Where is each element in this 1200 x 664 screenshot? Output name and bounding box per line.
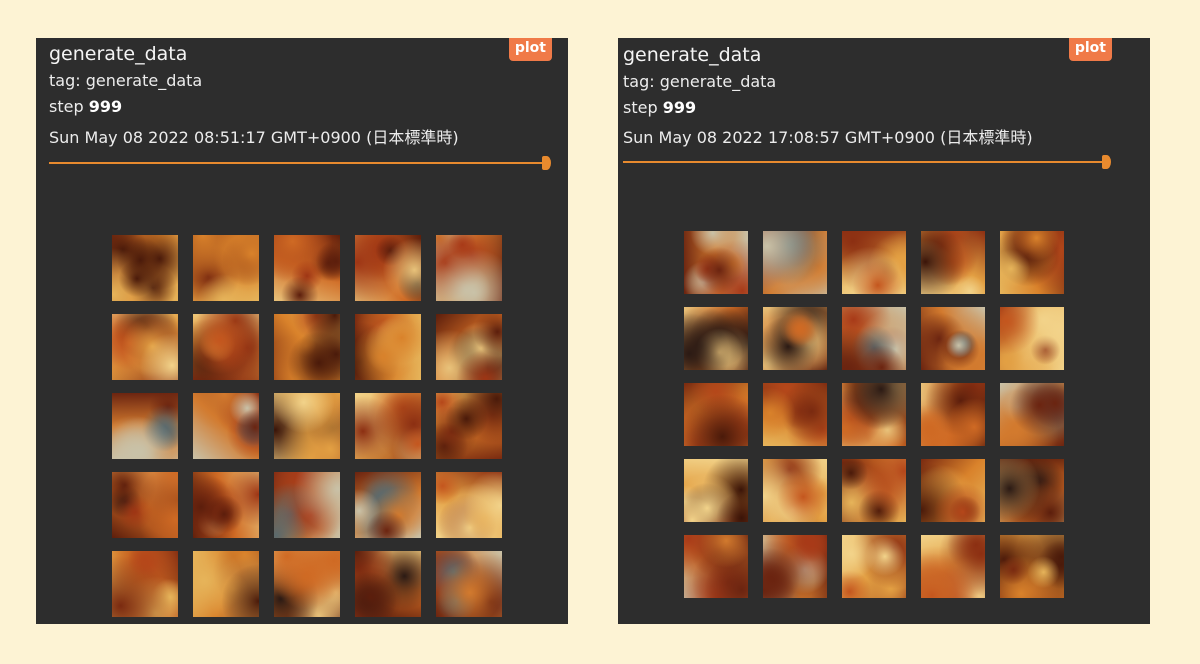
generated-sample-image [684,231,748,294]
generated-sample-image [842,535,906,598]
generated-sample-image [436,314,502,380]
card-title: generate_data [623,44,762,66]
generated-sample-image [1000,231,1064,294]
generated-sample-image [274,551,340,617]
generated-sample-image [112,551,178,617]
generated-sample-image [355,551,421,617]
generated-sample-image [842,307,906,370]
generated-sample-image [842,231,906,294]
generated-sample-image [1000,459,1064,522]
step-label: step 999 [49,97,122,117]
timestamp: Sun May 08 2022 17:08:57 GMT+0900 (日本標準時… [623,128,1033,147]
generated-sample-image [684,307,748,370]
generated-sample-image [842,383,906,446]
generated-sample-image [193,551,259,617]
step-slider[interactable] [49,156,551,170]
generated-sample-image [921,307,985,370]
generated-sample-image [763,307,827,370]
generated-sample-image [274,393,340,459]
image-grid [112,235,502,617]
step-label: step 999 [623,98,696,118]
generated-sample-image [193,393,259,459]
step-value: 999 [662,98,697,117]
generated-sample-image [1000,535,1064,598]
generated-sample-image [355,393,421,459]
plot-button[interactable]: plot [1068,38,1112,61]
step-slider[interactable] [623,155,1111,169]
slider-thumb[interactable] [542,156,551,170]
generated-sample-image [1000,383,1064,446]
image-grid [684,231,1064,598]
generated-sample-image [112,314,178,380]
generated-sample-image [763,459,827,522]
generated-sample-image [684,459,748,522]
generated-sample-image [921,231,985,294]
generated-sample-image [436,393,502,459]
generated-sample-image [274,235,340,301]
step-value: 999 [88,97,123,116]
generated-sample-image [355,235,421,301]
generated-sample-image [193,472,259,538]
generated-sample-image [112,393,178,459]
generated-sample-image [763,231,827,294]
generated-sample-image [684,383,748,446]
generated-sample-image [921,383,985,446]
slider-fill [623,161,1107,163]
generated-sample-image [112,472,178,538]
generated-sample-image [763,535,827,598]
generated-sample-image [274,472,340,538]
step-prefix: step [49,97,89,116]
image-card-left: generate_data plot tag: generate_data st… [36,38,568,624]
generated-sample-image [274,314,340,380]
generated-sample-image [112,235,178,301]
generated-sample-image [193,235,259,301]
plot-button[interactable]: plot [508,38,552,61]
generated-sample-image [436,472,502,538]
card-title: generate_data [49,43,188,65]
slider-thumb[interactable] [1102,155,1111,169]
timestamp: Sun May 08 2022 08:51:17 GMT+0900 (日本標準時… [49,128,459,147]
generated-sample-image [842,459,906,522]
generated-sample-image [921,459,985,522]
generated-sample-image [1000,307,1064,370]
generated-sample-image [355,314,421,380]
tag-label: tag: generate_data [49,71,203,90]
generated-sample-image [193,314,259,380]
generated-sample-image [684,535,748,598]
step-prefix: step [623,98,663,117]
tag-label: tag: generate_data [623,72,777,91]
generated-sample-image [355,472,421,538]
image-card-right: generate_data plot tag: generate_data st… [618,38,1150,624]
slider-fill [49,162,547,164]
generated-sample-image [436,551,502,617]
generated-sample-image [921,535,985,598]
generated-sample-image [436,235,502,301]
generated-sample-image [763,383,827,446]
